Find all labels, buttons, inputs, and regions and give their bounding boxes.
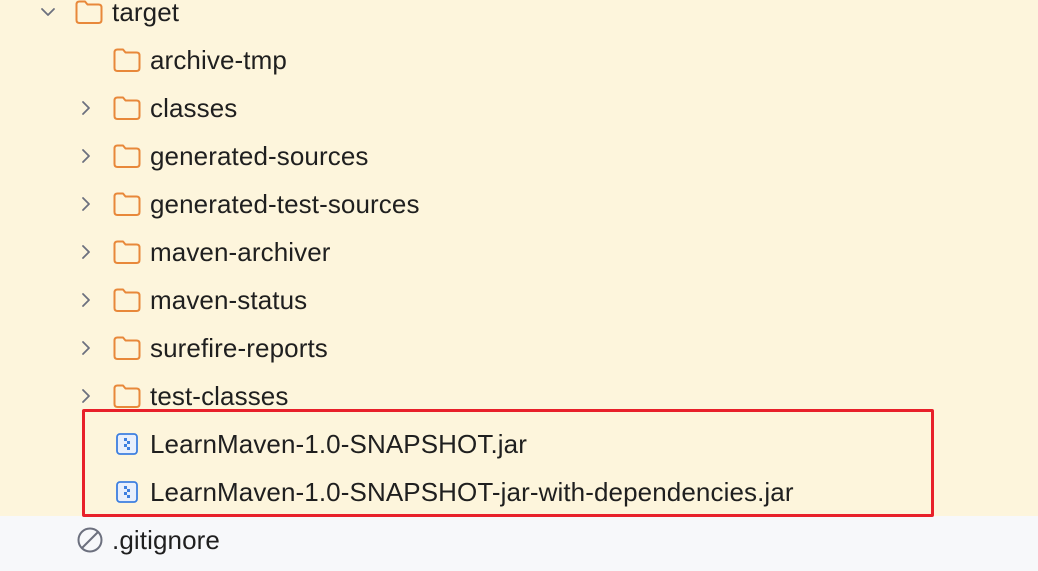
tree-node-gitignore[interactable]: .gitignore: [0, 516, 1038, 564]
tree-node-label: LearnMaven-1.0-SNAPSHOT-jar-with-depende…: [150, 477, 794, 507]
folder-icon: [73, 0, 105, 36]
chevron-right-icon[interactable]: [72, 84, 100, 132]
tree-node-label: LearnMaven-1.0-SNAPSHOT.jar: [150, 429, 527, 459]
tree-node-label: archive-tmp: [150, 45, 287, 75]
folder-icon: [111, 36, 143, 84]
project-tree: target archive-tmp classes generated-sou…: [0, 0, 1038, 571]
chevron-right-icon[interactable]: [72, 372, 100, 420]
tree-node-label: generated-test-sources: [150, 189, 420, 219]
tree-node-generated-sources[interactable]: generated-sources: [0, 132, 1038, 180]
tree-node-jar-snapshot[interactable]: LearnMaven-1.0-SNAPSHOT.jar: [0, 420, 1038, 468]
tree-node-label: surefire-reports: [150, 333, 328, 363]
jar-file-icon: [111, 420, 143, 468]
tree-node-label: target: [112, 0, 180, 27]
tree-node-jar-with-dependencies[interactable]: LearnMaven-1.0-SNAPSHOT-jar-with-depende…: [0, 468, 1038, 516]
tree-node-label: test-classes: [150, 381, 289, 411]
folder-icon: [111, 228, 143, 276]
tree-node-archive-tmp[interactable]: archive-tmp: [0, 36, 1038, 84]
folder-icon: [111, 372, 143, 420]
tree-node-classes[interactable]: classes: [0, 84, 1038, 132]
jar-file-icon: [111, 468, 143, 516]
tree-node-label: maven-status: [150, 285, 308, 315]
folder-icon: [111, 180, 143, 228]
folder-icon: [111, 132, 143, 180]
tree-node-surefire-reports[interactable]: surefire-reports: [0, 324, 1038, 372]
chevron-right-icon[interactable]: [72, 324, 100, 372]
ignored-file-icon: [74, 516, 106, 564]
tree-node-label: .gitignore: [112, 525, 220, 555]
tree-node-maven-archiver[interactable]: maven-archiver: [0, 228, 1038, 276]
chevron-right-icon[interactable]: [72, 228, 100, 276]
tree-node-test-classes[interactable]: test-classes: [0, 372, 1038, 420]
folder-icon: [111, 84, 143, 132]
tree-node-target[interactable]: target: [0, 0, 1038, 36]
tree-node-label: classes: [150, 93, 238, 123]
tree-node-generated-test-sources[interactable]: generated-test-sources: [0, 180, 1038, 228]
folder-icon: [111, 324, 143, 372]
tree-node-label: maven-archiver: [150, 237, 331, 267]
folder-icon: [111, 276, 143, 324]
chevron-right-icon[interactable]: [72, 132, 100, 180]
chevron-right-icon[interactable]: [72, 276, 100, 324]
tree-node-label: generated-sources: [150, 141, 369, 171]
chevron-down-icon[interactable]: [34, 0, 62, 36]
chevron-right-icon[interactable]: [72, 180, 100, 228]
tree-node-maven-status[interactable]: maven-status: [0, 276, 1038, 324]
